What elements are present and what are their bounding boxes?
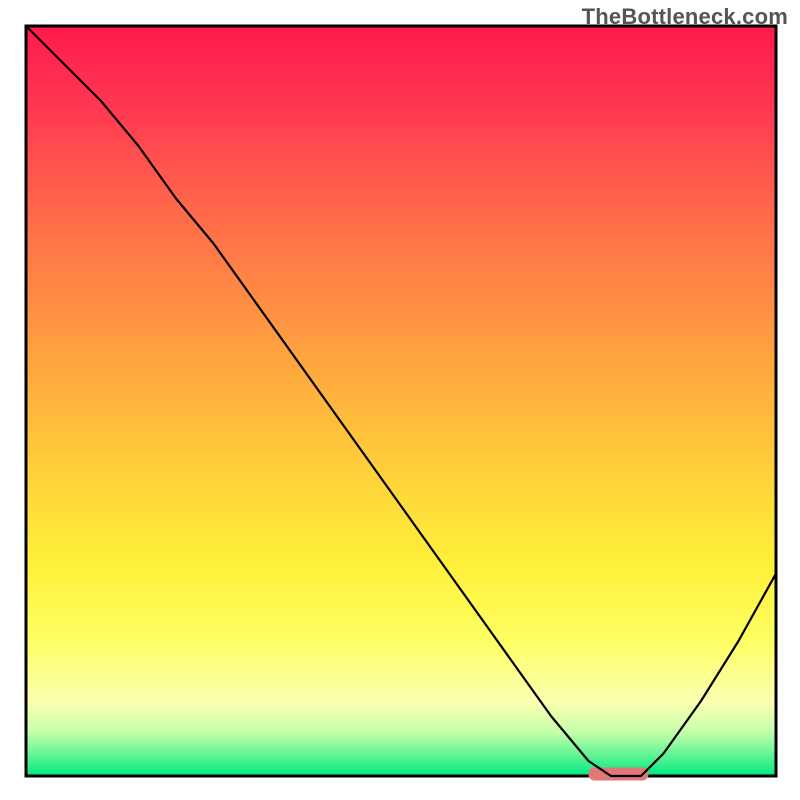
- optimal-marker: [589, 768, 649, 781]
- plot-area: [26, 26, 776, 781]
- chart-container: TheBottleneck.com: [0, 0, 800, 800]
- bottleneck-chart: [0, 0, 800, 800]
- plot-background: [26, 26, 776, 776]
